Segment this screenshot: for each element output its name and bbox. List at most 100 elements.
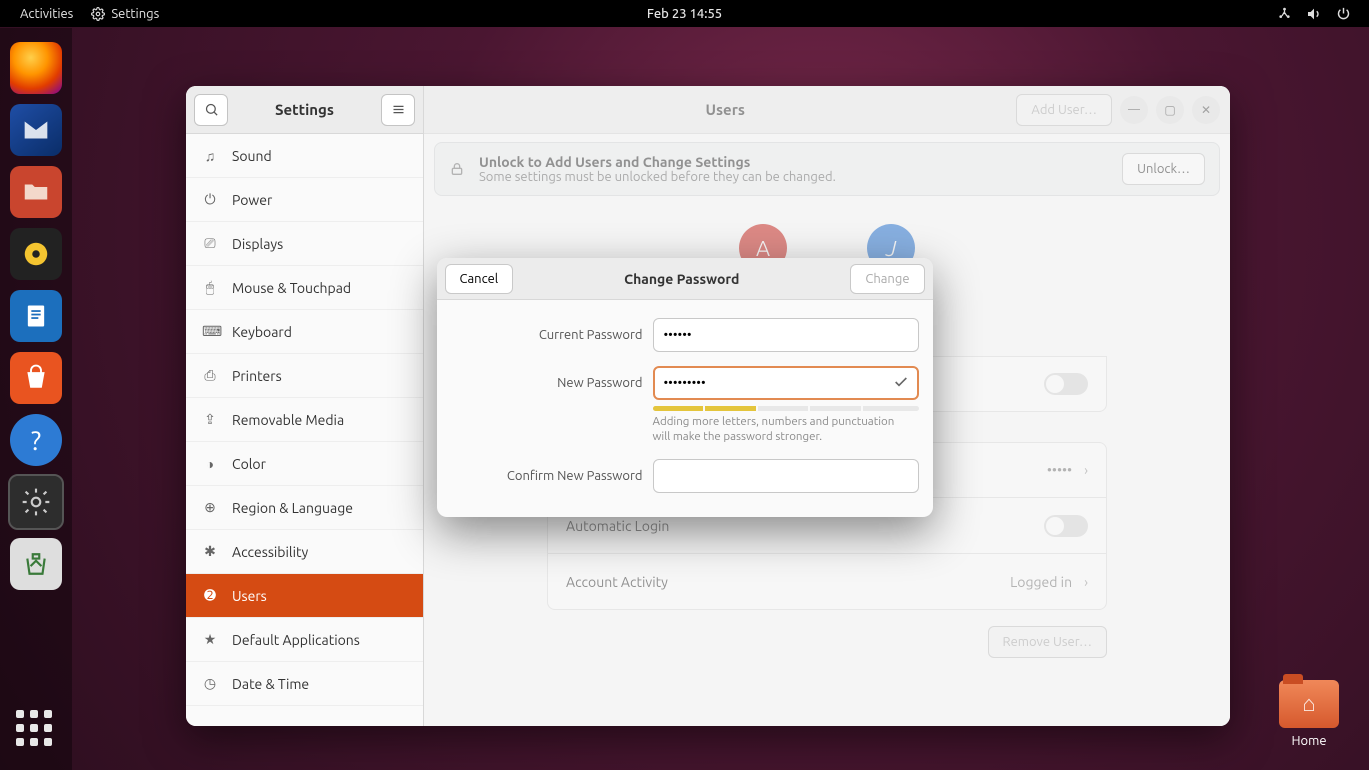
chevron-right-icon: › — [1084, 574, 1088, 590]
cancel-button[interactable]: Cancel — [445, 264, 514, 294]
sidebar-icon: ⌨ — [202, 323, 218, 340]
sidebar-item-keyboard[interactable]: ⌨ Keyboard — [186, 310, 423, 354]
sidebar-item-users[interactable]: ➋ Users — [186, 574, 423, 618]
sidebar-item-label: Keyboard — [232, 324, 292, 340]
dock-firefox[interactable] — [10, 42, 62, 94]
current-password-input[interactable] — [653, 318, 919, 352]
banner-title: Unlock to Add Users and Change Settings — [479, 154, 836, 170]
lock-icon — [449, 161, 465, 177]
home-label: Home — [1279, 734, 1339, 748]
sidebar-icon: ⇪ — [202, 411, 218, 428]
sidebar-icon: ⊕ — [202, 499, 218, 516]
maximize-button[interactable]: ▢ — [1156, 96, 1184, 124]
sidebar-icon: ✱ — [202, 543, 218, 560]
page-title: Users — [434, 101, 1016, 118]
sidebar-item-accessibility[interactable]: ✱ Accessibility — [186, 530, 423, 574]
dock: ? — [0, 28, 72, 770]
dock-help[interactable]: ? — [10, 414, 62, 466]
search-button[interactable] — [194, 94, 228, 126]
sidebar-item-default-applications[interactable]: ★ Default Applications — [186, 618, 423, 662]
sidebar-item-removable-media[interactable]: ⇪ Removable Media — [186, 398, 423, 442]
sidebar-item-region-language[interactable]: ⊕ Region & Language — [186, 486, 423, 530]
sidebar-item-power[interactable]: ⏻ Power — [186, 178, 423, 222]
power-icon[interactable] — [1336, 6, 1351, 21]
dialog-title: Change Password — [513, 271, 850, 287]
dock-trash[interactable] — [10, 538, 62, 590]
sidebar-item-color[interactable]: ◑Color — [186, 442, 423, 486]
sidebar-icon: ➋ — [202, 587, 218, 604]
network-icon[interactable] — [1277, 6, 1292, 21]
sidebar-item-label: Date & Time — [232, 676, 309, 692]
close-button[interactable]: ✕ — [1192, 96, 1220, 124]
sidebar-icon: ⎚ — [202, 235, 218, 252]
current-password-label: Current Password — [451, 328, 643, 342]
confirm-password-input[interactable] — [653, 459, 919, 493]
activity-label: Account Activity — [566, 574, 668, 590]
home-icon: ⌂ — [1279, 680, 1339, 728]
settings-sidebar: Settings ♫ Sound ⏻ Power ⎚ Displays 🖱 Mouse & T… — [186, 86, 424, 726]
chevron-right-icon: › — [1084, 462, 1088, 478]
password-hint: Adding more letters, numbers and punctua… — [653, 415, 919, 445]
remove-user-button[interactable]: Remove User… — [988, 626, 1108, 658]
auto-login-label: Automatic Login — [566, 518, 669, 534]
sidebar-item-label: Region & Language — [232, 500, 353, 516]
minimize-button[interactable]: — — [1120, 96, 1148, 124]
password-value: ••••• — [1047, 462, 1072, 478]
sidebar-item-sound[interactable]: ♫ Sound — [186, 134, 423, 178]
activities-label: Activities — [20, 7, 73, 21]
sidebar-title: Settings — [236, 101, 373, 118]
sidebar-item-label: Sound — [232, 148, 272, 164]
banner-subtitle: Some settings must be unlocked before th… — [479, 170, 836, 184]
show-applications[interactable] — [16, 710, 56, 750]
sidebar-icon: ★ — [202, 631, 218, 648]
sidebar-icon: ⎙ — [202, 367, 218, 384]
sidebar-item-label: Removable Media — [232, 412, 344, 428]
confirm-password-label: Confirm New Password — [451, 469, 643, 483]
volume-icon[interactable] — [1306, 6, 1322, 22]
dock-software[interactable] — [10, 352, 62, 404]
activities-button[interactable]: Activities — [20, 7, 73, 21]
topbar-app-label: Settings — [111, 7, 159, 21]
sidebar-icon: ♫ — [202, 148, 218, 164]
add-user-button[interactable]: Add User… — [1016, 94, 1112, 126]
password-strength-meter — [653, 406, 919, 411]
dock-files[interactable] — [10, 166, 62, 218]
desktop-home-folder[interactable]: ⌂ Home — [1279, 680, 1339, 748]
unlock-banner: Unlock to Add Users and Change Settings … — [434, 142, 1220, 196]
change-password-dialog: Cancel Change Password Change Current Pa… — [437, 258, 933, 517]
sidebar-item-mouse-touchpad[interactable]: 🖱 Mouse & Touchpad — [186, 266, 423, 310]
auto-login-toggle[interactable] — [1044, 515, 1088, 537]
sidebar-item-label: Users — [232, 588, 267, 604]
top-bar: Activities Settings Feb 23 14:55 — [0, 0, 1369, 27]
dock-rhythmbox[interactable] — [10, 228, 62, 280]
unlock-button[interactable]: Unlock… — [1122, 153, 1205, 185]
topbar-app-menu[interactable]: Settings — [91, 7, 159, 21]
dock-thunderbird[interactable] — [10, 104, 62, 156]
sidebar-icon: ◑ — [202, 456, 218, 472]
sidebar-item-label: Accessibility — [232, 544, 308, 560]
sidebar-item-displays[interactable]: ⎚ Displays — [186, 222, 423, 266]
sidebar-icon: ⏻ — [202, 191, 218, 208]
sidebar-item-date-time[interactable]: ◷ Date & Time — [186, 662, 423, 706]
sidebar-item-label: Displays — [232, 236, 283, 252]
clock[interactable]: Feb 23 14:55 — [647, 7, 722, 21]
check-icon — [893, 374, 909, 390]
sidebar-item-label: Default Applications — [232, 632, 360, 648]
sidebar-item-label: Power — [232, 192, 272, 208]
sidebar-icon: 🖱 — [202, 279, 218, 296]
activity-value: Logged in — [1010, 574, 1072, 590]
new-password-input[interactable] — [653, 366, 919, 400]
admin-toggle[interactable] — [1044, 373, 1088, 395]
sidebar-item-label: Mouse & Touchpad — [232, 280, 351, 296]
gear-icon — [91, 7, 105, 21]
dock-settings[interactable] — [10, 476, 62, 528]
new-password-label: New Password — [451, 376, 643, 390]
sidebar-item-printers[interactable]: ⎙ Printers — [186, 354, 423, 398]
sidebar-item-label: Printers — [232, 368, 282, 384]
dock-libreoffice[interactable] — [10, 290, 62, 342]
sidebar-icon: ◷ — [202, 675, 218, 692]
activity-row[interactable]: Account Activity Logged in › — [547, 554, 1107, 610]
search-icon — [204, 102, 219, 117]
hamburger-button[interactable] — [381, 94, 415, 126]
change-button[interactable]: Change — [850, 264, 924, 294]
